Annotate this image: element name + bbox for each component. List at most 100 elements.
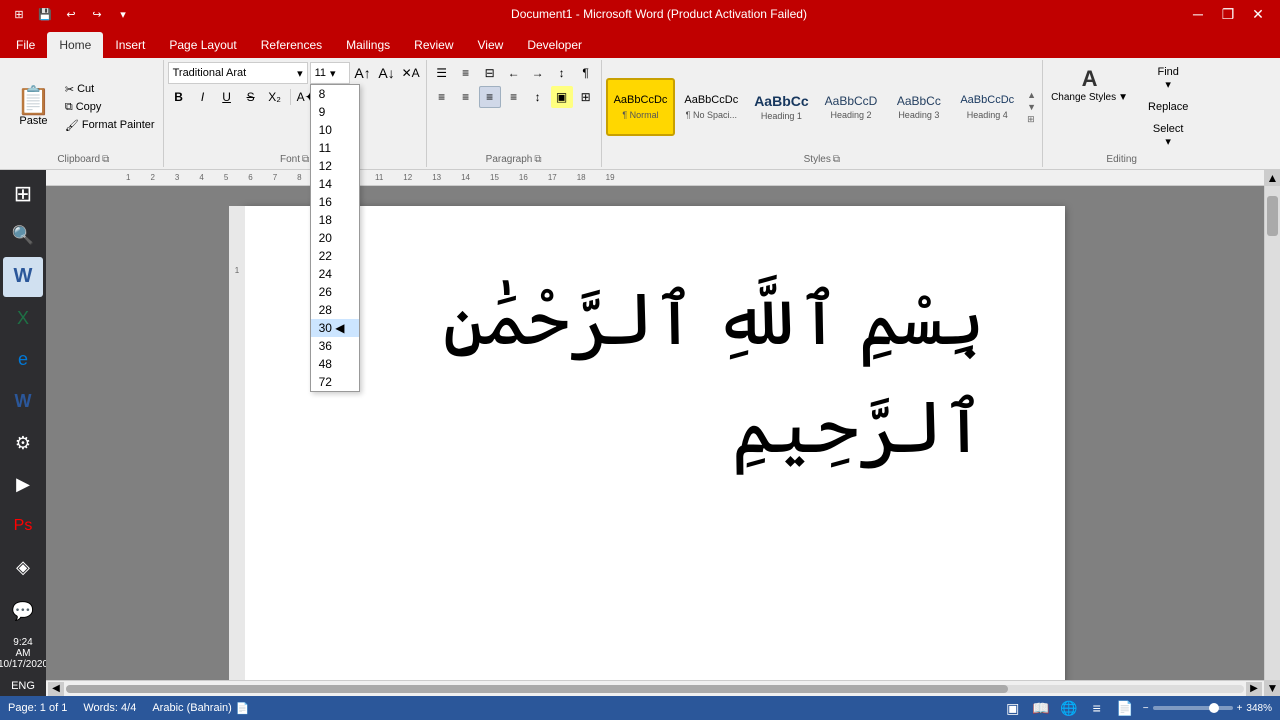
size-item-10[interactable]: 10 (311, 121, 359, 139)
language-info[interactable]: Arabic (Bahrain) 📄 (152, 702, 249, 715)
undo-button[interactable]: ↩ (60, 3, 82, 25)
borders-button[interactable]: ⊞ (575, 86, 597, 108)
strikethrough-button[interactable]: S (240, 86, 262, 108)
select-button[interactable]: Select ▾ (1140, 119, 1196, 152)
size-item-16[interactable]: 16 (311, 193, 359, 211)
style-heading4[interactable]: AaBbCcDc Heading 4 (953, 78, 1021, 136)
print-layout-button[interactable]: ▣ (1003, 698, 1023, 718)
sidebar-chat-icon[interactable]: 💬 (3, 591, 43, 631)
sidebar-extra-icon[interactable]: ◈ (3, 548, 43, 588)
horizontal-scrollbar[interactable]: ◀ ▶ (46, 680, 1264, 696)
style-heading1[interactable]: AaBbCc Heading 1 (747, 78, 815, 136)
restore-button[interactable]: ❐ (1214, 0, 1242, 28)
web-layout-button[interactable]: 🌐 (1059, 698, 1079, 718)
sidebar-edge-icon[interactable]: e (3, 340, 43, 380)
document-scroll-area[interactable]: 1 بِسْمِ ٱللَّهِ ٱلرَّحْمَٰنِ ٱلرَّحِيمِ (46, 186, 1264, 680)
replace-button[interactable]: Replace (1140, 97, 1196, 117)
sidebar-word2-icon[interactable]: W (3, 382, 43, 422)
sidebar-excel-icon[interactable]: X (3, 299, 43, 339)
size-item-36[interactable]: 36 (311, 337, 359, 355)
scroll-up-button[interactable]: ▲ (1265, 170, 1280, 186)
scroll-track[interactable] (66, 685, 1244, 693)
find-dropdown-arrow[interactable]: ▾ (1165, 78, 1171, 91)
save-button[interactable]: 💾 (34, 3, 56, 25)
windows-logo[interactable]: ⊞ (8, 3, 30, 25)
outline-view-button[interactable]: ≡ (1087, 698, 1107, 718)
shading-button[interactable]: ▣ (551, 86, 573, 108)
tab-developer[interactable]: Developer (515, 32, 594, 58)
justify-button[interactable]: ≡ (503, 86, 525, 108)
underline-button[interactable]: U (216, 86, 238, 108)
paste-button[interactable]: 📋 Paste (8, 83, 59, 131)
increase-indent-button[interactable]: → (527, 62, 549, 84)
font-size-selector[interactable]: 11 ▾ (310, 62, 350, 84)
bold-button[interactable]: B (168, 86, 190, 108)
sidebar-media-icon[interactable]: ▶ (3, 465, 43, 505)
select-dropdown-arrow[interactable]: ▾ (1165, 135, 1171, 148)
document-content[interactable]: بِسْمِ ٱللَّهِ ٱلرَّحْمَٰنِ ٱلرَّحِيمِ (325, 266, 985, 482)
numbering-button[interactable]: ≡ (455, 62, 477, 84)
font-name-dropdown-arrow[interactable]: ▾ (297, 67, 303, 80)
align-left-button[interactable]: ≡ (431, 86, 453, 108)
undo-arrow[interactable]: ↪ (86, 3, 108, 25)
style-heading2[interactable]: AaBbCcD Heading 2 (818, 78, 885, 136)
align-right-button[interactable]: ≡ (479, 86, 501, 108)
font-shrink-button[interactable]: A↓ (376, 62, 398, 84)
zoom-slider[interactable] (1153, 706, 1233, 710)
multilevel-button[interactable]: ⊟ (479, 62, 501, 84)
size-item-14[interactable]: 14 (311, 175, 359, 193)
close-button[interactable]: ✕ (1244, 0, 1272, 28)
sidebar-word-icon[interactable]: W (3, 257, 43, 297)
tab-view[interactable]: View (466, 32, 516, 58)
scroll-down-button[interactable]: ▼ (1265, 680, 1280, 696)
zoom-in-button[interactable]: + (1237, 703, 1243, 714)
styles-scroll-down[interactable]: ▼ (1025, 102, 1038, 112)
styles-scroll-up[interactable]: ▲ (1025, 90, 1038, 100)
format-painter-button[interactable]: 🖌 Format Painter (61, 117, 159, 134)
size-item-9[interactable]: 9 (311, 103, 359, 121)
cut-button[interactable]: ✂ Cut (61, 81, 159, 98)
style-normal[interactable]: AaBbCcDc ¶ Normal (606, 78, 676, 136)
size-item-18[interactable]: 18 (311, 211, 359, 229)
sidebar-adobe-icon[interactable]: Ps (3, 506, 43, 546)
minimize-button[interactable]: ─ (1184, 0, 1212, 28)
styles-expand-icon[interactable]: ⧉ (833, 154, 840, 165)
tab-home[interactable]: Home (47, 32, 103, 58)
size-item-24[interactable]: 24 (311, 265, 359, 283)
styles-scroll-more[interactable]: ⊞ (1025, 114, 1038, 125)
font-size-dropdown-arrow[interactable]: ▾ (330, 67, 336, 80)
line-spacing-button[interactable]: ↕ (527, 86, 549, 108)
vertical-scrollbar[interactable]: ▲ ▼ (1264, 170, 1280, 696)
size-item-28[interactable]: 28 (311, 301, 359, 319)
change-styles-button[interactable]: A Change Styles ▼ (1047, 62, 1132, 107)
size-item-12[interactable]: 12 (311, 157, 359, 175)
scroll-left-button[interactable]: ◀ (48, 682, 64, 696)
size-item-8[interactable]: 8 (311, 85, 359, 103)
find-button[interactable]: Find ▾ (1140, 62, 1196, 95)
style-heading3[interactable]: AaBbCc Heading 3 (886, 78, 951, 136)
clear-format-button[interactable]: ✕A (400, 62, 422, 84)
italic-button[interactable]: I (192, 86, 214, 108)
size-item-20[interactable]: 20 (311, 229, 359, 247)
size-item-26[interactable]: 26 (311, 283, 359, 301)
sort-button[interactable]: ↕ (551, 62, 573, 84)
sidebar-search-icon[interactable]: 🔍 (3, 216, 43, 256)
sidebar-windows-icon[interactable]: ⊞ (3, 174, 43, 214)
tab-page-layout[interactable]: Page Layout (157, 32, 248, 58)
size-item-72[interactable]: 72 (311, 373, 359, 391)
tab-insert[interactable]: Insert (103, 32, 157, 58)
bullets-button[interactable]: ☰ (431, 62, 453, 84)
size-item-22[interactable]: 22 (311, 247, 359, 265)
font-grow-button[interactable]: A↑ (352, 62, 374, 84)
qa-extra[interactable]: ▾ (112, 3, 134, 25)
scroll-thumb[interactable] (66, 685, 1008, 693)
show-marks-button[interactable]: ¶ (575, 62, 597, 84)
font-expand-icon[interactable]: ⧉ (302, 154, 309, 165)
subscript-button[interactable]: X₂ (264, 86, 286, 108)
paragraph-expand-icon[interactable]: ⧉ (534, 154, 541, 165)
scroll-right-button[interactable]: ▶ (1246, 682, 1262, 696)
size-item-30[interactable]: 30 ◀ (311, 319, 359, 337)
size-item-48[interactable]: 48 (311, 355, 359, 373)
draft-view-button[interactable]: 📄 (1115, 698, 1135, 718)
v-scroll-thumb[interactable] (1267, 196, 1278, 236)
